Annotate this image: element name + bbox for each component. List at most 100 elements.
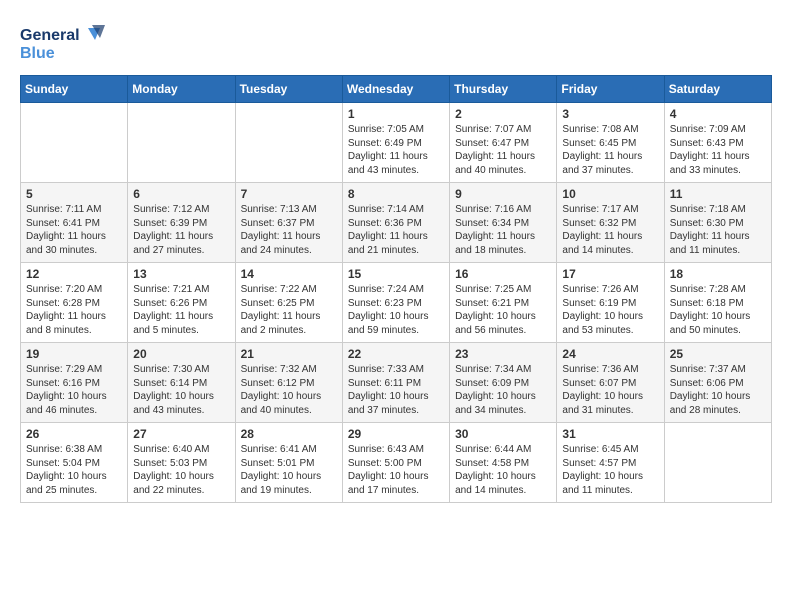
calendar-cell: 24Sunrise: 7:36 AM Sunset: 6:07 PM Dayli… [557,343,664,423]
day-number: 1 [348,107,444,121]
day-number: 31 [562,427,658,441]
weekday-header: Monday [128,76,235,103]
day-info: Sunrise: 7:36 AM Sunset: 6:07 PM Dayligh… [562,363,658,417]
day-number: 6 [133,187,229,201]
calendar-cell: 11 Sunrise: 7:18 AM Sunset: 6:30 PM Dayli… [664,183,771,263]
day-info: Sunrise: 7:05 AM Sunset: 6:49 PM Dayligh… [348,123,444,177]
day-info: Sunrise: 6:41 AM Sunset: 5:01 PM Dayligh… [241,443,337,497]
day-info: Sunrise: 7:34 AM Sunset: 6:09 PM Dayligh… [455,363,551,417]
calendar-cell: 22Sunrise: 7:33 AM Sunset: 6:11 PM Dayli… [342,343,449,423]
page-header: General Blue [20,20,772,65]
calendar-cell: 9Sunrise: 7:16 AM Sunset: 6:34 PM Daylig… [450,183,557,263]
day-info: Sunrise: 7:08 AM Sunset: 6:45 PM Dayligh… [562,123,658,177]
calendar-cell: 26 Sunrise: 6:38 AM Sunset: 5:04 PM Dayli… [21,423,128,503]
logo: General Blue [20,20,110,65]
day-info: Sunrise: 7:07 AM Sunset: 6:47 PM Dayligh… [455,123,551,177]
weekday-header: Saturday [664,76,771,103]
calendar-cell [21,103,128,183]
calendar-table: SundayMondayTuesdayWednesdayThursdayFrid… [20,75,772,503]
day-number: 11 [670,187,766,201]
day-info: Sunrise: 7:16 AM Sunset: 6:34 PM Dayligh… [455,203,551,257]
day-number: 13 [133,267,229,281]
day-number: 19 [26,347,122,361]
day-info: Sunrise: 6:44 AM Sunset: 4:58 PM Dayligh… [455,443,551,497]
calendar-cell: 28 Sunrise: 6:41 AM Sunset: 5:01 PM Dayli… [235,423,342,503]
calendar-cell: 23 Sunrise: 7:34 AM Sunset: 6:09 PM Dayli… [450,343,557,423]
calendar-cell: 5Sunrise: 7:11 AM Sunset: 6:41 PM Daylig… [21,183,128,263]
calendar-cell: 3 Sunrise: 7:08 AM Sunset: 6:45 PM Daylig… [557,103,664,183]
day-info: Sunrise: 7:22 AM Sunset: 6:25 PM Dayligh… [241,283,337,337]
logo-svg: General Blue [20,20,110,65]
day-number: 23 [455,347,551,361]
day-number: 7 [241,187,337,201]
calendar-cell: 10 Sunrise: 7:17 AM Sunset: 6:32 PM Dayli… [557,183,664,263]
day-info: Sunrise: 7:30 AM Sunset: 6:14 PM Dayligh… [133,363,229,417]
calendar-cell: 29 Sunrise: 6:43 AM Sunset: 5:00 PM Dayli… [342,423,449,503]
day-info: Sunrise: 7:17 AM Sunset: 6:32 PM Dayligh… [562,203,658,257]
calendar-cell: 13 Sunrise: 7:21 AM Sunset: 6:26 PM Dayli… [128,263,235,343]
day-number: 10 [562,187,658,201]
day-info: Sunrise: 7:32 AM Sunset: 6:12 PM Dayligh… [241,363,337,417]
day-number: 27 [133,427,229,441]
calendar-week-row: 19 Sunrise: 7:29 AM Sunset: 6:16 PM Dayli… [21,343,772,423]
weekday-header: Sunday [21,76,128,103]
day-info: Sunrise: 6:45 AM Sunset: 4:57 PM Dayligh… [562,443,658,497]
day-info: Sunrise: 7:33 AM Sunset: 6:11 PM Dayligh… [348,363,444,417]
day-info: Sunrise: 7:09 AM Sunset: 6:43 PM Dayligh… [670,123,766,177]
calendar-cell: 12Sunrise: 7:20 AM Sunset: 6:28 PM Dayli… [21,263,128,343]
calendar-cell [664,423,771,503]
day-info: Sunrise: 7:25 AM Sunset: 6:21 PM Dayligh… [455,283,551,337]
calendar-week-row: 12Sunrise: 7:20 AM Sunset: 6:28 PM Dayli… [21,263,772,343]
calendar-cell: 4Sunrise: 7:09 AM Sunset: 6:43 PM Daylig… [664,103,771,183]
day-number: 29 [348,427,444,441]
day-number: 5 [26,187,122,201]
day-number: 16 [455,267,551,281]
day-info: Sunrise: 7:28 AM Sunset: 6:18 PM Dayligh… [670,283,766,337]
day-info: Sunrise: 7:29 AM Sunset: 6:16 PM Dayligh… [26,363,122,417]
svg-text:Blue: Blue [20,45,55,62]
day-number: 3 [562,107,658,121]
day-number: 30 [455,427,551,441]
day-number: 14 [241,267,337,281]
calendar-cell [235,103,342,183]
calendar-cell: 19 Sunrise: 7:29 AM Sunset: 6:16 PM Dayli… [21,343,128,423]
calendar-cell: 20 Sunrise: 7:30 AM Sunset: 6:14 PM Dayli… [128,343,235,423]
day-number: 15 [348,267,444,281]
day-info: Sunrise: 7:12 AM Sunset: 6:39 PM Dayligh… [133,203,229,257]
svg-text:General: General [20,27,80,44]
day-number: 26 [26,427,122,441]
day-number: 21 [241,347,337,361]
day-number: 2 [455,107,551,121]
calendar-cell [128,103,235,183]
calendar-week-row: 1 Sunrise: 7:05 AM Sunset: 6:49 PM Daylig… [21,103,772,183]
calendar-cell: 18 Sunrise: 7:28 AM Sunset: 6:18 PM Dayli… [664,263,771,343]
day-number: 8 [348,187,444,201]
day-number: 17 [562,267,658,281]
day-number: 18 [670,267,766,281]
day-info: Sunrise: 6:38 AM Sunset: 5:04 PM Dayligh… [26,443,122,497]
calendar-cell: 16 Sunrise: 7:25 AM Sunset: 6:21 PM Dayli… [450,263,557,343]
calendar-cell: 6 Sunrise: 7:12 AM Sunset: 6:39 PM Daylig… [128,183,235,263]
calendar-cell: 31 Sunrise: 6:45 AM Sunset: 4:57 PM Dayli… [557,423,664,503]
day-info: Sunrise: 7:26 AM Sunset: 6:19 PM Dayligh… [562,283,658,337]
calendar-cell: 8 Sunrise: 7:14 AM Sunset: 6:36 PM Daylig… [342,183,449,263]
calendar-cell: 2 Sunrise: 7:07 AM Sunset: 6:47 PM Daylig… [450,103,557,183]
calendar-cell: 1 Sunrise: 7:05 AM Sunset: 6:49 PM Daylig… [342,103,449,183]
day-info: Sunrise: 7:21 AM Sunset: 6:26 PM Dayligh… [133,283,229,337]
day-info: Sunrise: 7:13 AM Sunset: 6:37 PM Dayligh… [241,203,337,257]
day-number: 28 [241,427,337,441]
day-number: 12 [26,267,122,281]
day-info: Sunrise: 7:18 AM Sunset: 6:30 PM Dayligh… [670,203,766,257]
calendar-cell: 14 Sunrise: 7:22 AM Sunset: 6:25 PM Dayli… [235,263,342,343]
calendar-cell: 21 Sunrise: 7:32 AM Sunset: 6:12 PM Dayli… [235,343,342,423]
calendar-week-row: 26 Sunrise: 6:38 AM Sunset: 5:04 PM Dayli… [21,423,772,503]
day-info: Sunrise: 7:14 AM Sunset: 6:36 PM Dayligh… [348,203,444,257]
day-number: 20 [133,347,229,361]
day-info: Sunrise: 6:40 AM Sunset: 5:03 PM Dayligh… [133,443,229,497]
day-info: Sunrise: 7:37 AM Sunset: 6:06 PM Dayligh… [670,363,766,417]
day-info: Sunrise: 6:43 AM Sunset: 5:00 PM Dayligh… [348,443,444,497]
weekday-header-row: SundayMondayTuesdayWednesdayThursdayFrid… [21,76,772,103]
calendar-cell: 30 Sunrise: 6:44 AM Sunset: 4:58 PM Dayli… [450,423,557,503]
calendar-cell: 15Sunrise: 7:24 AM Sunset: 6:23 PM Dayli… [342,263,449,343]
day-number: 25 [670,347,766,361]
